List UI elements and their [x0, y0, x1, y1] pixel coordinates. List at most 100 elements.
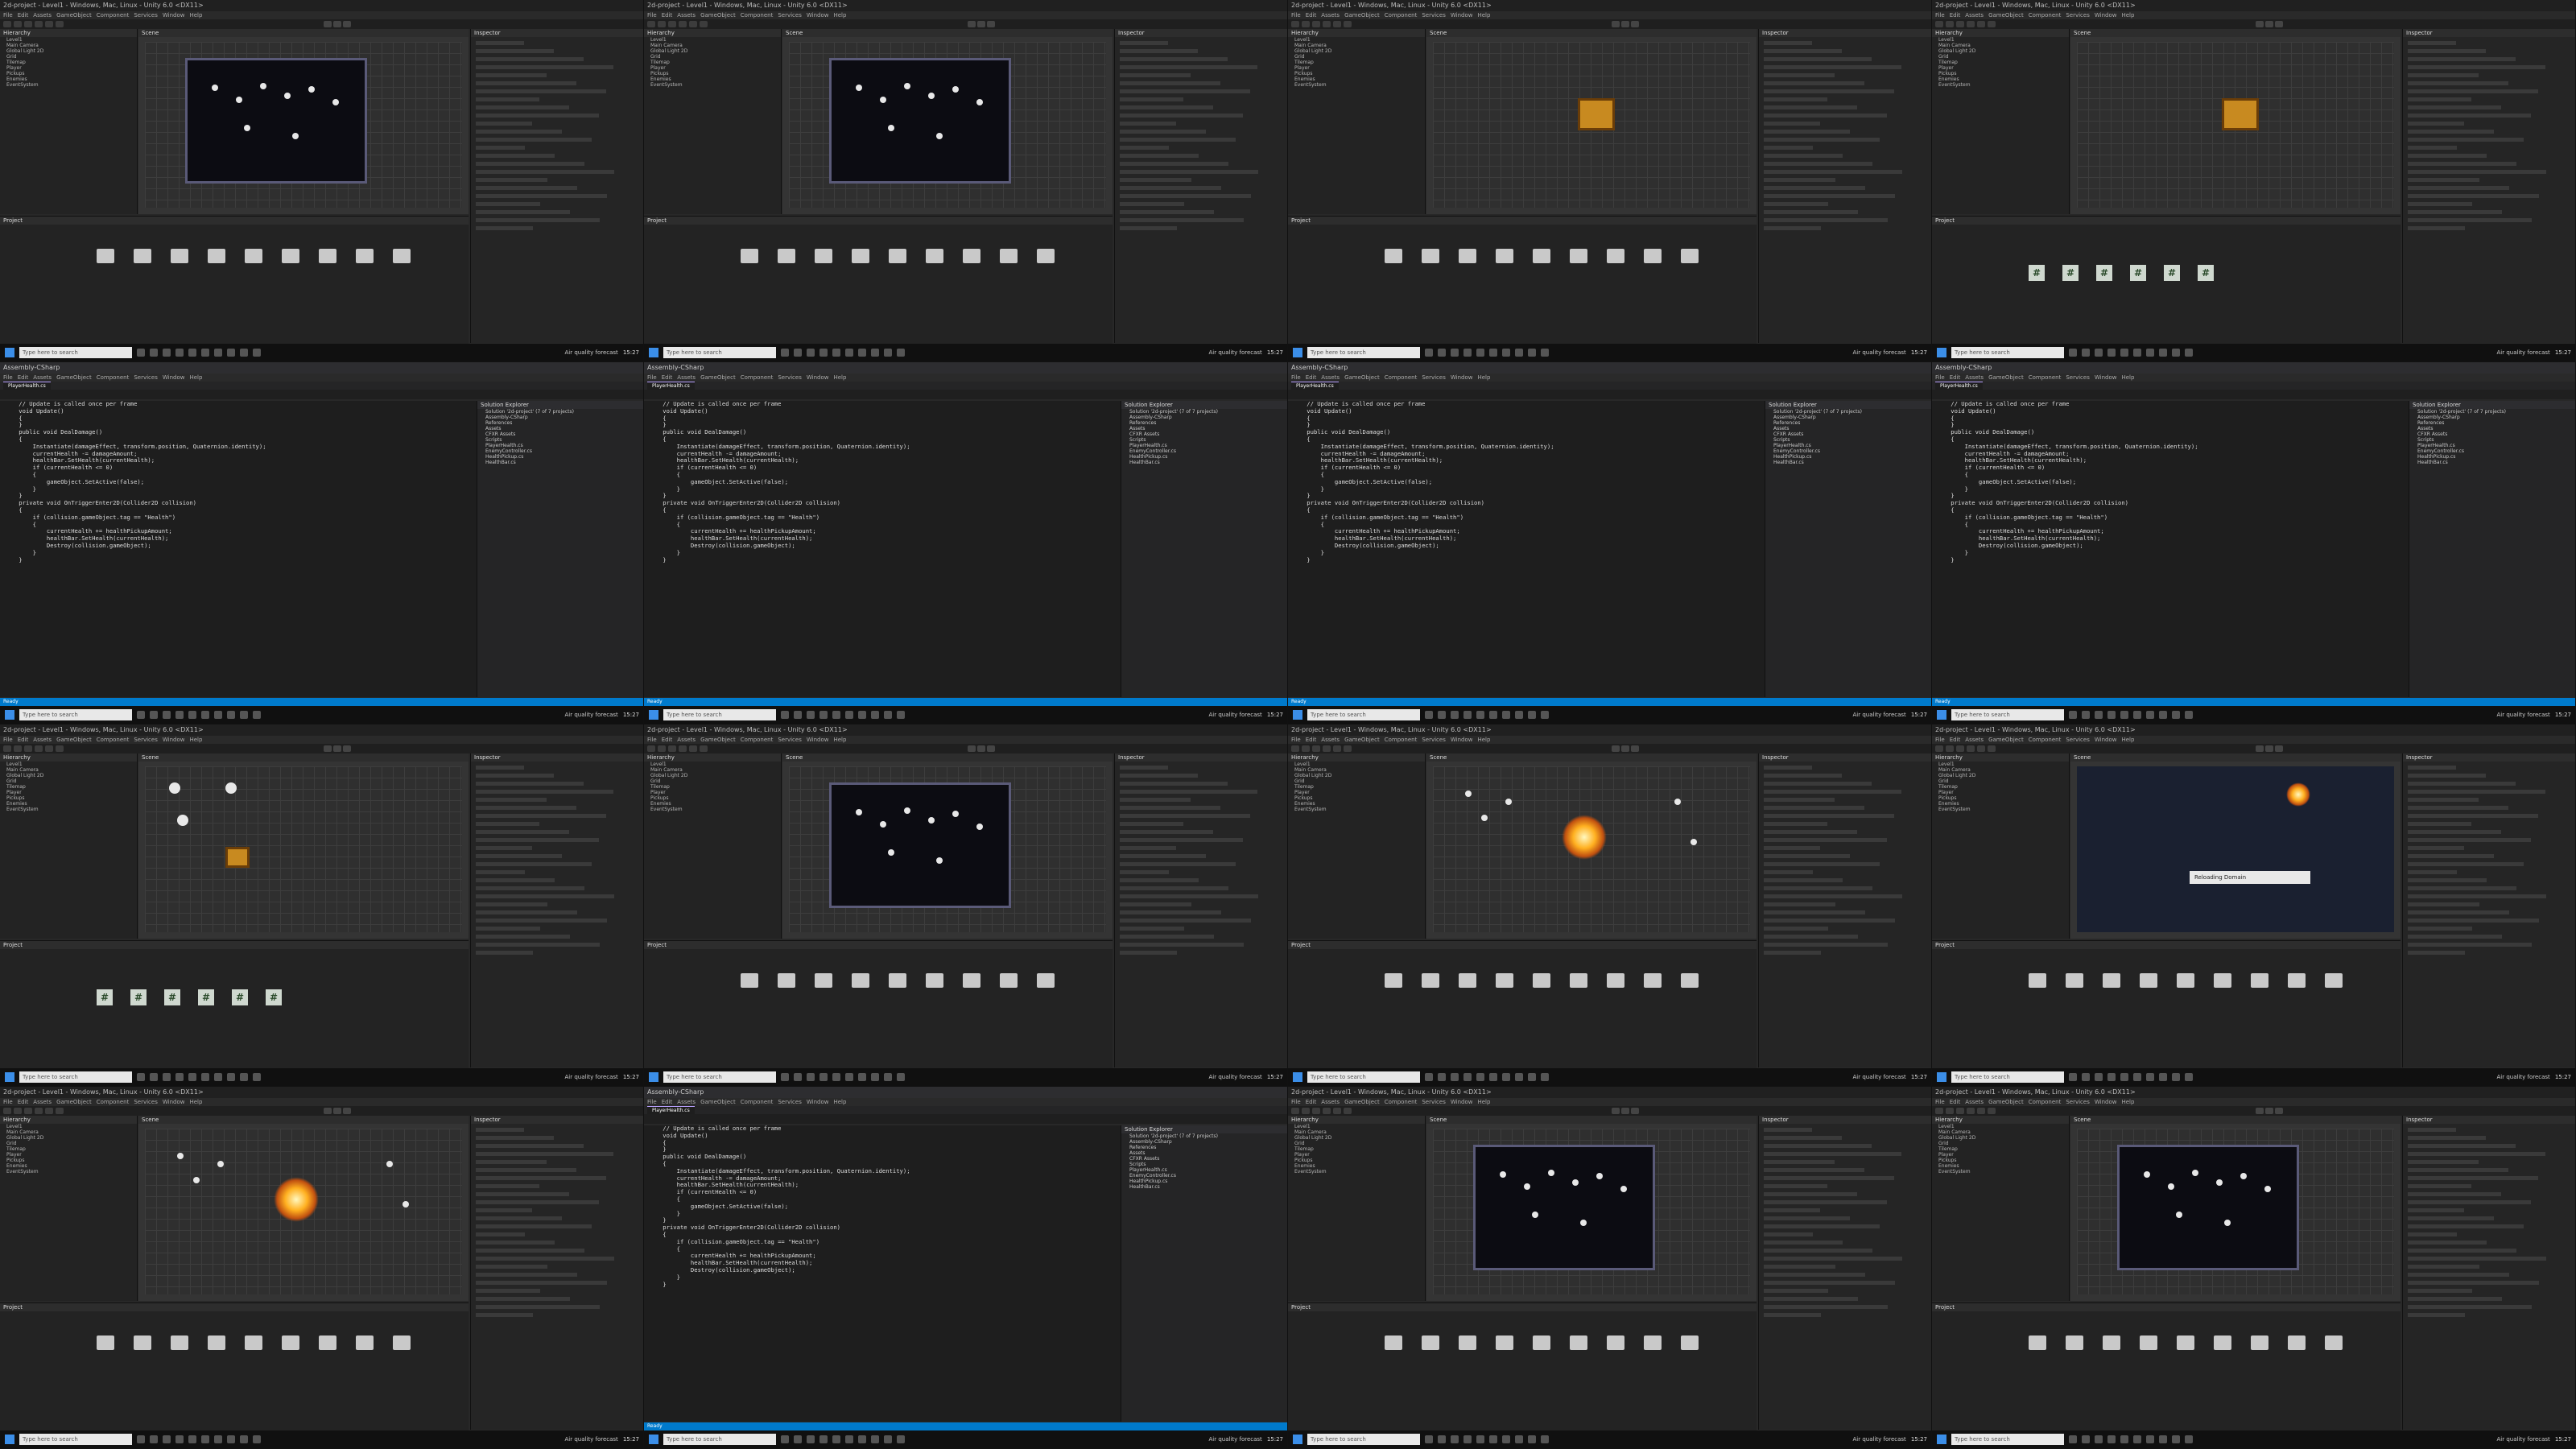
taskbar-app-icon[interactable]: [858, 349, 866, 357]
windows-start-icon[interactable]: [5, 348, 14, 357]
menu-item[interactable]: Component: [741, 374, 774, 381]
taskbar-app-icon[interactable]: [137, 349, 145, 357]
folder-icon[interactable]: [2177, 973, 2194, 988]
taskbar-app-icon[interactable]: [1502, 711, 1510, 719]
code-editor[interactable]: // Update is called once per frame void …: [1932, 400, 2412, 697]
inspector-field[interactable]: [476, 862, 592, 866]
folder-icon[interactable]: [2251, 1335, 2268, 1350]
taskbar-app-icon[interactable]: [214, 1073, 222, 1081]
solution-item[interactable]: EnemyController.cs: [1121, 448, 1287, 454]
inspector-field[interactable]: [2408, 1257, 2546, 1261]
folder-icon[interactable]: [2103, 1335, 2120, 1350]
hierarchy-item[interactable]: Grid: [0, 1141, 137, 1146]
solution-item[interactable]: HealthPickup.cs: [1121, 1179, 1287, 1184]
weather-widget[interactable]: Air quality forecast: [564, 349, 617, 356]
weather-widget[interactable]: Air quality forecast: [1208, 1436, 1261, 1443]
tool-button[interactable]: [35, 21, 43, 27]
taskbar-app-icon[interactable]: [1541, 711, 1549, 719]
script-asset-icon[interactable]: #: [2096, 265, 2112, 281]
play-button[interactable]: [968, 745, 976, 752]
taskbar-search[interactable]: Type here to search: [1307, 347, 1420, 358]
inspector-field[interactable]: [1764, 97, 1827, 101]
inspector-field[interactable]: [1764, 210, 1858, 214]
folder-icon[interactable]: [356, 1335, 374, 1350]
taskbar-app-icon[interactable]: [2185, 349, 2193, 357]
folder-icon[interactable]: [2177, 1335, 2194, 1350]
menu-item[interactable]: Edit: [1306, 12, 1317, 19]
menu-item[interactable]: Help: [833, 12, 846, 19]
tool-button[interactable]: [1333, 1108, 1341, 1114]
taskbar-app-icon[interactable]: [1451, 711, 1459, 719]
folder-icon[interactable]: [208, 249, 225, 263]
hierarchy-item[interactable]: Pickups: [1288, 1158, 1425, 1163]
inspector-field[interactable]: [1120, 130, 1206, 134]
menu-item[interactable]: Services: [134, 737, 158, 743]
hierarchy-item[interactable]: Pickups: [644, 71, 781, 76]
hierarchy-item[interactable]: Global Light 2D: [1288, 1135, 1425, 1141]
inspector-field[interactable]: [1764, 1184, 1827, 1188]
tool-button[interactable]: [1977, 1108, 1985, 1114]
folder-icon[interactable]: [319, 249, 336, 263]
taskbar-app-icon[interactable]: [2082, 1073, 2090, 1081]
menu-item[interactable]: Component: [97, 12, 130, 19]
windows-start-icon[interactable]: [649, 710, 658, 720]
menu-item[interactable]: File: [1291, 1099, 1301, 1105]
folder-icon[interactable]: [1422, 1335, 1439, 1350]
hierarchy-item[interactable]: Level1: [644, 37, 781, 43]
inspector-field[interactable]: [1120, 97, 1183, 101]
scene-view[interactable]: [789, 766, 1106, 932]
taskbar-app-icon[interactable]: [2146, 1073, 2154, 1081]
menu-item[interactable]: Edit: [18, 374, 29, 381]
taskbar-search[interactable]: Type here to search: [19, 709, 132, 720]
tool-button[interactable]: [45, 21, 53, 27]
taskbar-app-icon[interactable]: [163, 349, 171, 357]
taskbar-app-icon[interactable]: [807, 349, 815, 357]
taskbar-app-icon[interactable]: [1541, 349, 1549, 357]
tool-button[interactable]: [1935, 1108, 1943, 1114]
folder-icon[interactable]: [2103, 973, 2120, 988]
taskbar-app-icon[interactable]: [1489, 349, 1497, 357]
weather-widget[interactable]: Air quality forecast: [2496, 349, 2549, 356]
inspector-field[interactable]: [1764, 57, 1872, 61]
hierarchy-item[interactable]: Pickups: [1288, 795, 1425, 801]
menu-item[interactable]: File: [3, 374, 13, 381]
menu-item[interactable]: GameObject: [700, 1099, 736, 1105]
inspector-field[interactable]: [1764, 170, 1902, 174]
menu-item[interactable]: Window: [163, 1099, 185, 1105]
menu-item[interactable]: Help: [189, 737, 202, 743]
solution-item[interactable]: References: [2409, 420, 2575, 426]
hierarchy-item[interactable]: EventSystem: [0, 82, 137, 88]
inspector-field[interactable]: [1120, 814, 1250, 818]
inspector-field[interactable]: [1120, 194, 1251, 198]
inspector-field[interactable]: [1120, 105, 1213, 109]
tool-button[interactable]: [45, 745, 53, 752]
hierarchy-item[interactable]: EventSystem: [1288, 1169, 1425, 1174]
menu-item[interactable]: Component: [741, 1099, 774, 1105]
menu-item[interactable]: Assets: [1965, 374, 1984, 381]
inspector-field[interactable]: [1120, 218, 1244, 222]
inspector-field[interactable]: [1764, 1232, 1813, 1236]
inspector-field[interactable]: [2408, 114, 2531, 118]
menu-item[interactable]: Component: [741, 737, 774, 743]
taskbar-search[interactable]: Type here to search: [1307, 1434, 1420, 1445]
inspector-field[interactable]: [1764, 870, 1813, 874]
pause-button[interactable]: [333, 745, 341, 752]
scene-tab[interactable]: Scene: [2070, 1116, 2401, 1124]
taskbar-app-icon[interactable]: [871, 1073, 879, 1081]
inspector-field[interactable]: [1764, 178, 1835, 182]
play-button[interactable]: [1612, 1108, 1620, 1114]
folder-icon[interactable]: [1496, 973, 1513, 988]
step-button[interactable]: [343, 1108, 351, 1114]
hierarchy-item[interactable]: Player: [0, 1152, 137, 1158]
windows-start-icon[interactable]: [1937, 710, 1946, 720]
hierarchy-item[interactable]: Enemies: [1288, 1163, 1425, 1169]
scene-view[interactable]: [2077, 1129, 2394, 1294]
folder-icon[interactable]: [815, 249, 832, 263]
folder-icon[interactable]: [2251, 973, 2268, 988]
taskbar-app-icon[interactable]: [781, 1435, 789, 1443]
tool-button[interactable]: [1302, 21, 1310, 27]
hierarchy-item[interactable]: Global Light 2D: [644, 48, 781, 54]
inspector-field[interactable]: [476, 1168, 576, 1172]
inspector-field[interactable]: [1120, 943, 1244, 947]
inspector-field[interactable]: [1764, 1200, 1887, 1204]
